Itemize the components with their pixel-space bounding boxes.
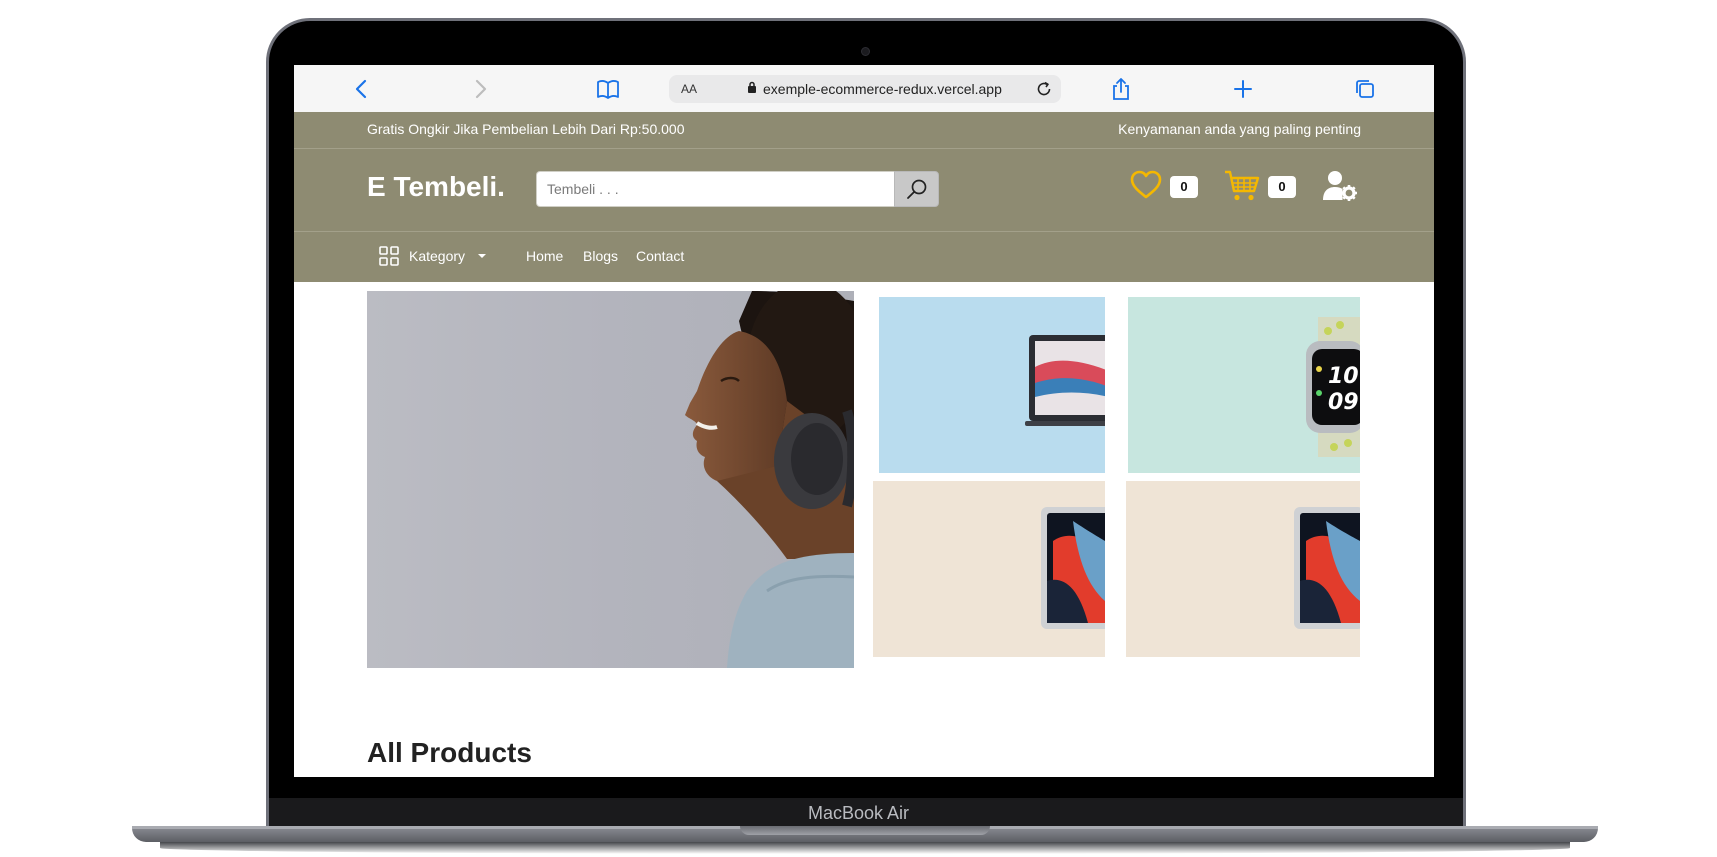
tagline-text: Kenyamanan anda yang paling penting	[1118, 121, 1361, 137]
grid-icon	[379, 246, 399, 266]
address-bar[interactable]: AA exemple-ecommerce-redux.vercel.app	[669, 75, 1061, 103]
cart-count: 0	[1268, 176, 1296, 198]
laptop-model-label: MacBook Air	[807, 803, 910, 823]
laptop-image	[1025, 335, 1105, 426]
heart-icon	[1130, 170, 1162, 199]
account-settings-button[interactable]	[1322, 169, 1360, 208]
hero-banner[interactable]	[367, 291, 854, 668]
category-dropdown[interactable]: Kategory	[379, 246, 487, 266]
nav-link-home[interactable]: Home	[526, 248, 563, 264]
caret-down-icon	[478, 254, 487, 258]
search-icon	[906, 179, 926, 199]
search-input[interactable]	[536, 171, 894, 207]
reload-icon[interactable]	[1035, 80, 1053, 101]
laptop-notch	[740, 826, 990, 835]
banner-laptop[interactable]	[879, 297, 1105, 473]
text-size-button[interactable]: AA	[681, 82, 697, 96]
forward-icon[interactable]	[466, 74, 496, 104]
tablet-image	[1041, 507, 1105, 629]
nav-link-blogs[interactable]: Blogs	[583, 248, 618, 264]
url-text: exemple-ecommerce-redux.vercel.app	[763, 81, 1002, 97]
search-bar	[536, 171, 939, 207]
promo-strip: Gratis Ongkir Jika Pembelian Lebih Dari …	[294, 112, 1434, 148]
nav-link-contact[interactable]: Contact	[636, 248, 684, 264]
screen: AA exemple-ecommerce-redux.vercel.app Gr…	[294, 65, 1434, 777]
category-label: Kategory	[409, 248, 466, 264]
user-settings-icon	[1323, 171, 1357, 201]
tablet-image	[1294, 507, 1360, 629]
wishlist-button[interactable]	[1129, 169, 1163, 206]
smartwatch-image: 10 09	[1306, 317, 1360, 457]
cart-icon	[1225, 170, 1260, 201]
svg-text:09: 09	[1328, 390, 1359, 415]
bookmarks-icon[interactable]	[593, 74, 623, 104]
cart-button[interactable]	[1223, 169, 1261, 208]
banner-tablet-1[interactable]	[873, 481, 1105, 657]
free-shipping-text: Gratis Ongkir Jika Pembelian Lebih Dari …	[367, 121, 685, 137]
back-icon[interactable]	[346, 74, 376, 104]
site-header: E Tembeli. 0 0	[294, 148, 1434, 232]
lock-icon	[747, 81, 757, 97]
tabs-icon[interactable]	[1350, 74, 1380, 104]
browser-toolbar: AA exemple-ecommerce-redux.vercel.app	[294, 65, 1434, 113]
site-logo[interactable]: E Tembeli.	[367, 171, 505, 203]
banner-smartwatch[interactable]: 10 09	[1128, 297, 1360, 473]
laptop-shadow	[160, 842, 1570, 854]
banner-tablet-2[interactable]	[1126, 481, 1360, 657]
share-icon[interactable]	[1106, 74, 1136, 104]
headphones-woman-image	[685, 291, 854, 668]
search-button[interactable]	[894, 171, 939, 207]
wishlist-count: 0	[1170, 176, 1198, 198]
camera	[861, 47, 870, 56]
new-tab-icon[interactable]	[1228, 74, 1258, 104]
all-products-heading: All Products	[367, 737, 532, 768]
main-nav: Kategory Home Blogs Contact	[294, 232, 1434, 282]
svg-text:10: 10	[1328, 364, 1359, 389]
